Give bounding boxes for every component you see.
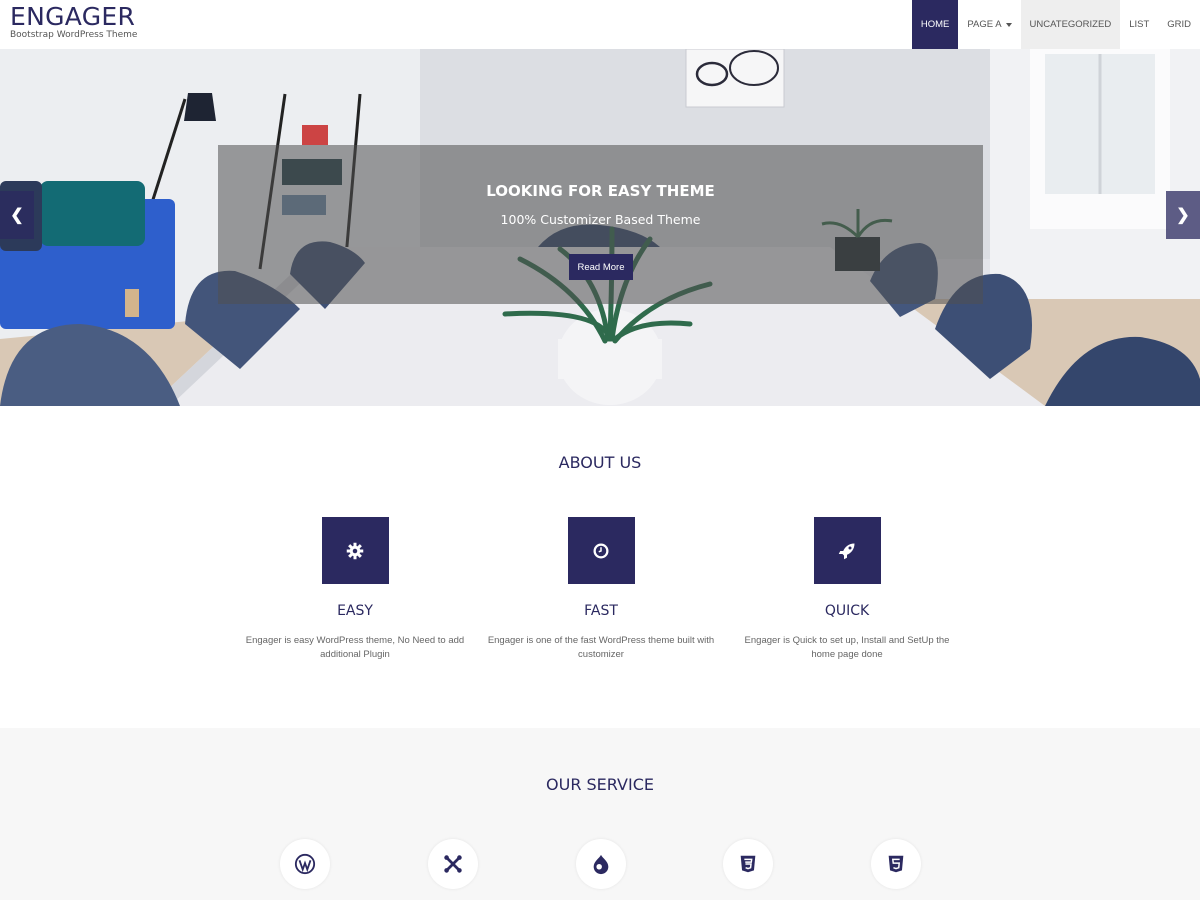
slide-subtitle: 100% Customizer Based Theme bbox=[500, 212, 701, 227]
service-title: OUR SERVICE bbox=[546, 775, 654, 794]
nav-label: UNCATEGORIZED bbox=[1029, 19, 1112, 30]
nav-item-page-a[interactable]: PAGE A bbox=[958, 0, 1020, 49]
feature-icon-box bbox=[321, 517, 389, 584]
slide-caption: LOOKING FOR EASY THEME 100% Customizer B… bbox=[218, 145, 983, 304]
chevron-right-icon: ❯ bbox=[1176, 207, 1190, 224]
site-tagline: Bootstrap WordPress Theme bbox=[10, 30, 138, 40]
css3-icon bbox=[740, 855, 756, 873]
feature-icon-box bbox=[567, 517, 635, 584]
feature-fast: FAST Engager is one of the fast WordPres… bbox=[486, 517, 716, 662]
html5-icon bbox=[888, 855, 904, 873]
nav-label: HOME bbox=[920, 19, 950, 30]
about-title: ABOUT US bbox=[558, 453, 642, 472]
chevron-left-icon: ❮ bbox=[10, 207, 24, 224]
slider-prev-button[interactable]: ❮ bbox=[0, 191, 34, 239]
feature-title: FAST bbox=[584, 603, 618, 619]
feature-title: QUICK bbox=[824, 603, 870, 619]
feature-icon-box bbox=[813, 517, 881, 584]
site-title[interactable]: ENGAGER bbox=[10, 3, 137, 31]
about-section: ABOUT US EASY Engager is easy WordPress … bbox=[0, 406, 1200, 728]
service-item[interactable] bbox=[280, 839, 330, 889]
feature-text: Engager is easy WordPress theme, No Need… bbox=[245, 635, 465, 660]
feature-quick: QUICK Engager is Quick to set up, Instal… bbox=[732, 517, 962, 662]
nav-label: PAGE A bbox=[967, 19, 1002, 30]
nav-item-list[interactable]: LIST bbox=[1120, 0, 1158, 49]
rocket-icon bbox=[838, 543, 855, 559]
nav-item-uncategorized[interactable]: UNCATEGORIZED bbox=[1020, 0, 1121, 49]
wordpress-icon bbox=[294, 853, 316, 875]
caret-down-icon bbox=[1005, 22, 1012, 27]
feature-text: Engager is one of the fast WordPress the… bbox=[487, 635, 715, 660]
nav-item-home[interactable]: HOME bbox=[911, 0, 959, 49]
main-nav: HOME PAGE A UNCATEGORIZED LIST GRID bbox=[911, 0, 1200, 49]
feature-text: Engager is Quick to set up, Install and … bbox=[744, 635, 950, 660]
slider-next-button[interactable]: ❯ bbox=[1166, 191, 1200, 239]
nav-label: LIST bbox=[1129, 19, 1150, 30]
service-section: OUR SERVICE bbox=[0, 728, 1200, 900]
hero-slider: LOOKING FOR EASY THEME 100% Customizer B… bbox=[0, 49, 1200, 406]
joomla-icon bbox=[444, 855, 462, 873]
nav-label: GRID bbox=[1167, 19, 1191, 30]
site-header: ENGAGER Bootstrap WordPress Theme HOME P… bbox=[0, 0, 1200, 49]
slide-title: LOOKING FOR EASY THEME bbox=[486, 182, 715, 200]
service-item[interactable] bbox=[723, 839, 773, 889]
nav-item-grid[interactable]: GRID bbox=[1158, 0, 1200, 49]
clock-icon bbox=[593, 543, 609, 558]
drupal-icon bbox=[593, 854, 609, 875]
service-item[interactable] bbox=[576, 839, 626, 889]
gear-icon bbox=[346, 542, 364, 559]
feature-easy: EASY Engager is easy WordPress theme, No… bbox=[240, 517, 470, 662]
feature-title: EASY bbox=[337, 603, 373, 619]
brand[interactable]: ENGAGER Bootstrap WordPress Theme bbox=[10, 3, 138, 41]
read-more-button[interactable]: Read More bbox=[569, 254, 633, 280]
service-item[interactable] bbox=[428, 839, 478, 889]
service-item[interactable] bbox=[871, 839, 921, 889]
